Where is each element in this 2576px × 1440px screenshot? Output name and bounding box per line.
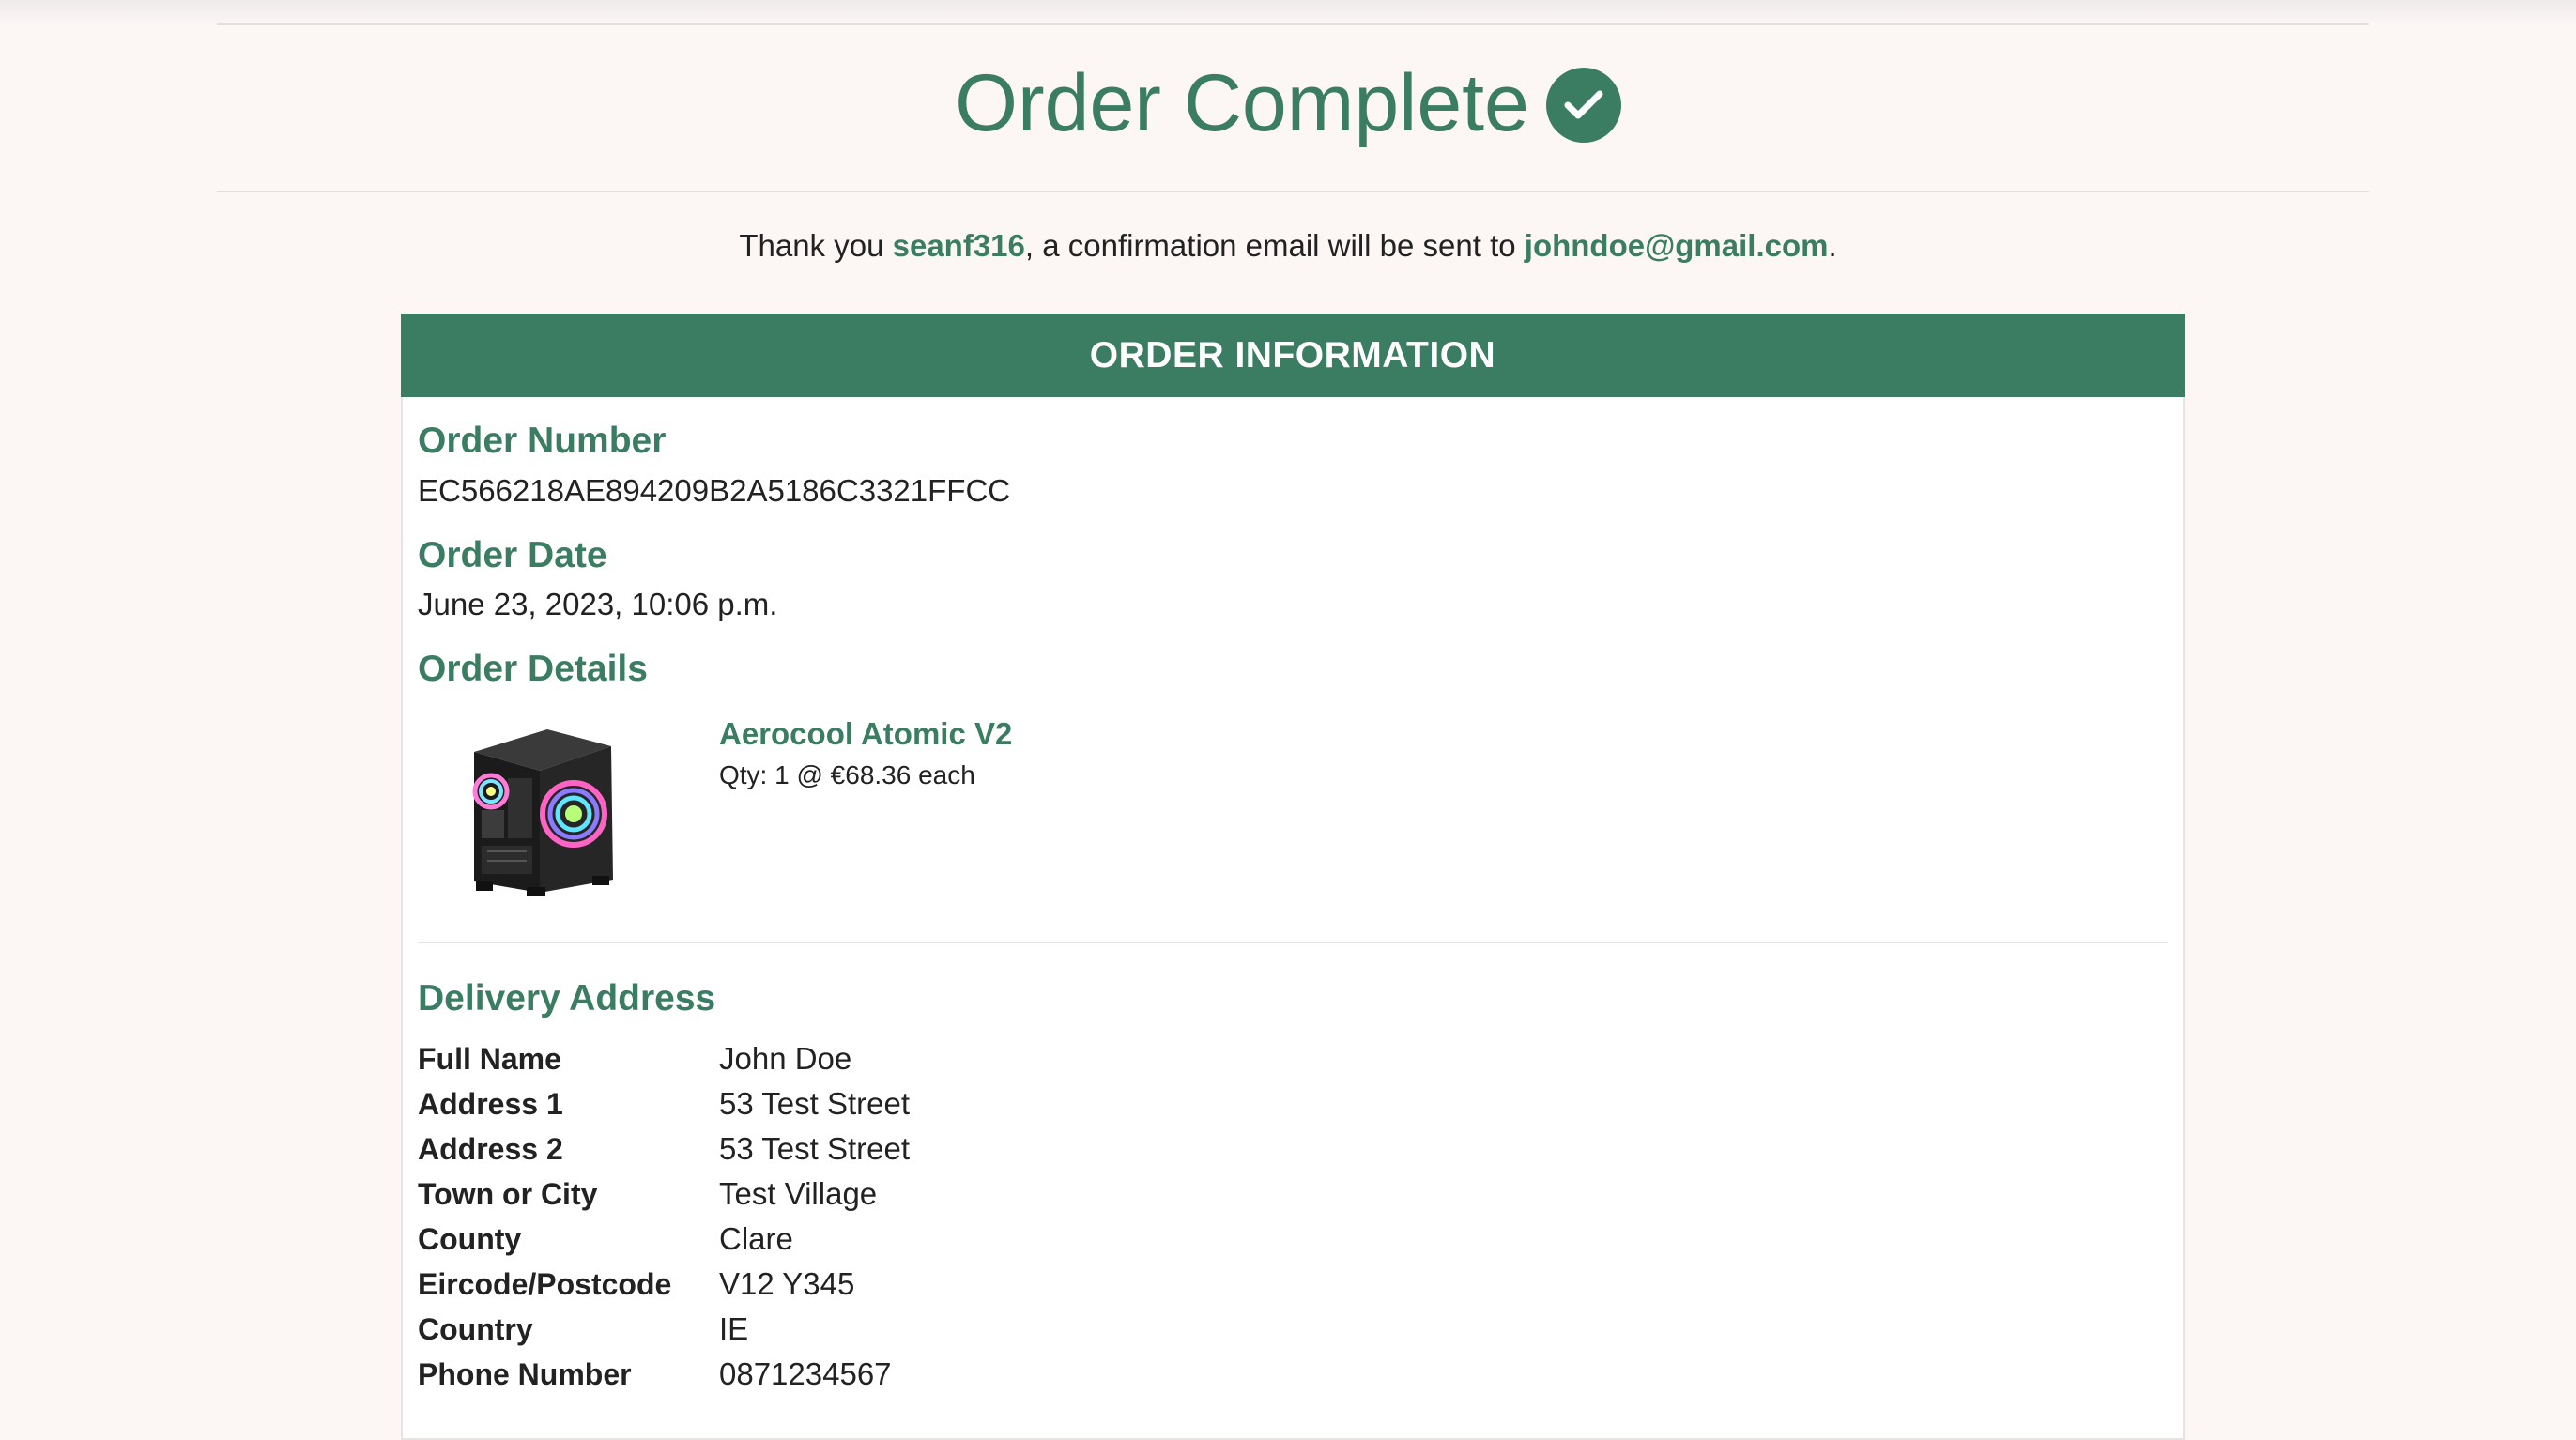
address-value: 53 Test Street <box>719 1086 911 1121</box>
thankyou-prefix: Thank you <box>739 228 893 263</box>
address-row-address-1: Address 1 53 Test Street <box>418 1081 910 1126</box>
title-divider <box>217 191 2369 192</box>
address-label: Country <box>418 1311 533 1346</box>
address-row-address-2: Address 2 53 Test Street <box>418 1126 910 1172</box>
section-divider <box>418 942 2168 943</box>
address-value: John Doe <box>719 1041 852 1076</box>
order-details-heading: Order Details <box>418 649 648 689</box>
check-circle-icon <box>1545 68 1621 143</box>
thankyou-suffix: . <box>1828 228 1837 263</box>
order-information-card: ORDER INFORMATION Order Number EC566218A… <box>401 314 2185 1440</box>
delivery-address-table: Full Name John Doe Address 1 53 Test Str… <box>418 1036 910 1397</box>
address-label: Town or City <box>418 1176 598 1211</box>
delivery-address-heading: Delivery Address <box>418 978 716 1019</box>
page-title-text: Order Complete <box>955 58 1529 148</box>
address-row-full-name: Full Name John Doe <box>418 1036 910 1081</box>
address-row-country: Country IE <box>418 1307 910 1352</box>
address-label: Address 1 <box>418 1086 563 1121</box>
address-label: County <box>418 1221 522 1256</box>
order-date-value: June 23, 2023, 10:06 p.m. <box>418 587 778 621</box>
thankyou-middle: , a confirmation email will be sent to <box>1024 228 1525 263</box>
confirmation-message: Thank you seanf316, a confirmation email… <box>0 225 2576 267</box>
page-title: Order Complete <box>0 54 2576 152</box>
pc-case-image[interactable] <box>461 724 622 902</box>
product-quantity: Qty: 1 @ €68.36 each <box>719 760 975 789</box>
address-row-phone: Phone Number 0871234567 <box>418 1352 910 1397</box>
address-value: 53 Test Street <box>719 1131 911 1166</box>
address-value: 0871234567 <box>719 1356 892 1391</box>
address-value: Clare <box>719 1221 793 1256</box>
address-row-postcode: Eircode/Postcode V12 Y345 <box>418 1262 910 1307</box>
product-name-link[interactable]: Aerocool Atomic V2 <box>719 714 1012 754</box>
top-divider <box>217 23 2369 25</box>
order-information-header: ORDER INFORMATION <box>401 314 2185 397</box>
top-shadow <box>0 0 2576 24</box>
order-number-value: EC566218AE894209B2A5186C3321FFCC <box>418 473 1011 508</box>
order-number-heading: Order Number <box>418 421 667 461</box>
address-label: Phone Number <box>418 1356 632 1391</box>
address-value: V12 Y345 <box>719 1266 855 1301</box>
address-label: Address 2 <box>418 1131 563 1166</box>
address-label: Full Name <box>418 1041 561 1076</box>
address-value: IE <box>719 1311 749 1346</box>
address-row-town: Town or City Test Village <box>418 1172 910 1217</box>
username-link[interactable]: seanf316 <box>893 228 1025 263</box>
address-label: Eircode/Postcode <box>418 1266 672 1301</box>
address-row-county: County Clare <box>418 1217 910 1262</box>
order-date-heading: Order Date <box>418 535 607 575</box>
email-link[interactable]: johndoe@gmail.com <box>1525 228 1829 263</box>
address-value: Test Village <box>719 1176 878 1211</box>
